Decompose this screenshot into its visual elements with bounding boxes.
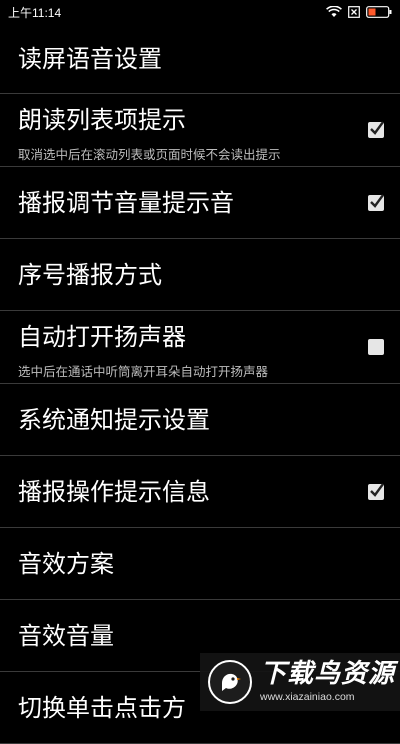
auto-speaker-checkbox[interactable] bbox=[368, 339, 384, 355]
setting-sound-effect-scheme[interactable]: 音效方案 bbox=[0, 528, 400, 600]
setting-volume-prompt-tone[interactable]: 播报调节音量提示音 bbox=[0, 167, 400, 239]
setting-title: 音效音量 bbox=[18, 621, 114, 650]
volume-prompt-tone-checkbox[interactable] bbox=[368, 193, 384, 211]
check-icon bbox=[370, 121, 384, 135]
setting-title: 系统通知提示设置 bbox=[18, 405, 210, 434]
check-icon bbox=[370, 193, 384, 208]
battery-icon bbox=[366, 6, 392, 18]
sim-status-icon bbox=[348, 6, 360, 18]
bird-logo-icon bbox=[208, 660, 252, 704]
setting-summary: 取消选中后在滚动列表或页面时候不会读出提示 bbox=[18, 147, 281, 162]
operation-hint-info-checkbox[interactable] bbox=[368, 482, 384, 500]
status-bar: 上午11:14 bbox=[0, 0, 400, 24]
setting-title: 序号播报方式 bbox=[18, 260, 162, 289]
setting-auto-speaker[interactable]: 自动打开扬声器 选中后在通话中听筒离开耳朵自动打开扬声器 bbox=[0, 311, 400, 384]
setting-title: 播报操作提示信息 bbox=[18, 477, 210, 506]
setting-title: 自动打开扬声器 bbox=[18, 323, 186, 351]
page-title-row: 读屏语音设置 bbox=[0, 24, 400, 94]
watermark-banner: 下载鸟资源 www.xiazainiao.com bbox=[200, 653, 400, 711]
settings-list: 读屏语音设置 朗读列表项提示 取消选中后在滚动列表或页面时候不会读出提示 播报调… bbox=[0, 24, 400, 744]
wifi-icon bbox=[326, 6, 342, 18]
setting-title: 播报调节音量提示音 bbox=[18, 188, 234, 217]
watermark-url: www.xiazainiao.com bbox=[260, 691, 355, 703]
status-time: 上午11:14 bbox=[8, 5, 62, 20]
check-icon bbox=[370, 482, 384, 497]
setting-summary: 选中后在通话中听筒离开耳朵自动打开扬声器 bbox=[18, 364, 269, 379]
setting-number-broadcast-mode[interactable]: 序号播报方式 bbox=[0, 239, 400, 311]
setting-operation-hint-info[interactable]: 播报操作提示信息 bbox=[0, 456, 400, 528]
page-title: 读屏语音设置 bbox=[18, 44, 162, 73]
setting-title: 音效方案 bbox=[18, 549, 114, 578]
setting-title: 朗读列表项提示 bbox=[18, 106, 186, 134]
read-list-hint-checkbox[interactable] bbox=[368, 121, 384, 138]
watermark-title: 下载鸟资源 bbox=[260, 659, 396, 689]
setting-title: 切换单击点击方 bbox=[18, 693, 186, 722]
setting-read-list-hint[interactable]: 朗读列表项提示 取消选中后在滚动列表或页面时候不会读出提示 bbox=[0, 94, 400, 167]
watermark-text: 下载鸟资源 www.xiazainiao.com bbox=[260, 661, 395, 703]
setting-system-notification-hints[interactable]: 系统通知提示设置 bbox=[0, 384, 400, 456]
status-icons bbox=[326, 6, 392, 18]
